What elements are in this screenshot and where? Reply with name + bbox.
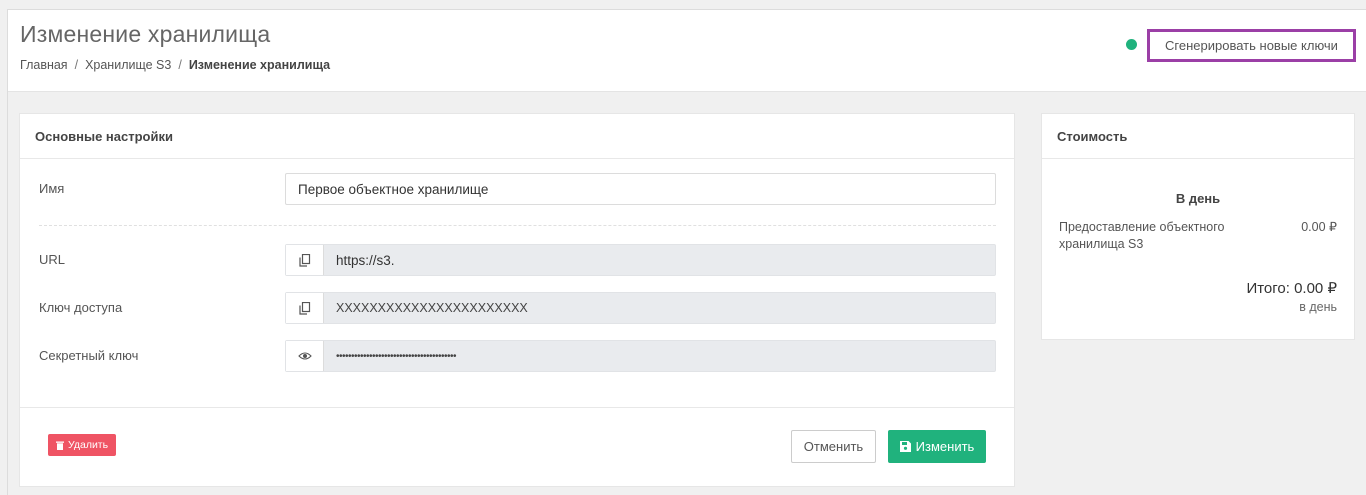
delete-label: Удалить bbox=[68, 439, 109, 451]
name-label: Имя bbox=[39, 181, 65, 196]
copy-access-key-button[interactable] bbox=[286, 293, 324, 323]
breadcrumb-current: Изменение хранилища bbox=[188, 58, 331, 72]
copy-url-button[interactable] bbox=[286, 245, 324, 275]
url-label: URL bbox=[39, 252, 66, 267]
secret-key-field[interactable]: •••••••••••••••••••••••••••••••••••••••• bbox=[285, 340, 996, 372]
settings-panel-title: Основные настройки bbox=[20, 114, 1014, 159]
breadcrumb-separator: / bbox=[178, 58, 182, 72]
copy-icon bbox=[298, 253, 310, 267]
save-label: Изменить bbox=[915, 439, 975, 454]
access-key-label: Ключ доступа bbox=[39, 300, 123, 315]
access-key-value: XXXXXXXXXXXXXXXXXXXXXXX bbox=[336, 301, 528, 315]
trash-icon bbox=[56, 441, 64, 450]
cost-period: В день bbox=[1175, 191, 1221, 206]
copy-icon bbox=[298, 301, 310, 315]
footer-divider bbox=[20, 407, 1014, 408]
page-title: Изменение хранилища bbox=[20, 21, 271, 47]
breadcrumb-separator: / bbox=[74, 58, 79, 72]
breadcrumb: Главная / Хранилище S3 / Изменение храни… bbox=[20, 58, 330, 72]
cost-panel-title: Стоимость bbox=[1042, 114, 1354, 159]
secret-key-label: Секретный ключ bbox=[39, 348, 139, 363]
cost-per: в день bbox=[1299, 300, 1337, 314]
status-indicator bbox=[1126, 39, 1137, 50]
cost-total: Итого: 0.00 ₽ bbox=[1246, 280, 1337, 297]
name-field[interactable]: Первое объектное хранилище bbox=[285, 173, 996, 205]
cost-item-value: 0.00 ₽ bbox=[1301, 220, 1337, 234]
eye-icon bbox=[297, 352, 312, 360]
save-button[interactable]: Изменить bbox=[888, 430, 986, 463]
secret-key-value: •••••••••••••••••••••••••••••••••••••••• bbox=[336, 350, 457, 362]
page-header: Изменение хранилища Главная / Хранилище … bbox=[8, 10, 1366, 92]
cost-panel: Стоимость В день Предоставление объектно… bbox=[1041, 113, 1355, 340]
name-value: Первое объектное хранилище bbox=[298, 181, 489, 197]
show-secret-button[interactable] bbox=[286, 341, 324, 371]
floppy-icon bbox=[899, 441, 911, 452]
delete-button[interactable]: Удалить bbox=[48, 434, 117, 456]
breadcrumb-home[interactable]: Главная bbox=[20, 58, 68, 72]
url-value: https://s3. bbox=[336, 252, 395, 268]
divider bbox=[39, 225, 996, 226]
cancel-button[interactable]: Отменить bbox=[791, 430, 876, 463]
cost-item-label: Предоставление объектного хранилища S3 bbox=[1059, 220, 1225, 251]
url-field[interactable]: https://s3. bbox=[285, 244, 996, 276]
access-key-field[interactable]: XXXXXXXXXXXXXXXXXXXXXXX bbox=[285, 292, 996, 324]
generate-keys-button[interactable]: Сгенерировать новые ключи bbox=[1147, 29, 1356, 62]
breadcrumb-parent[interactable]: Хранилище S3 bbox=[85, 58, 171, 72]
settings-panel: Основные настройки Имя Первое объектное … bbox=[19, 113, 1015, 487]
